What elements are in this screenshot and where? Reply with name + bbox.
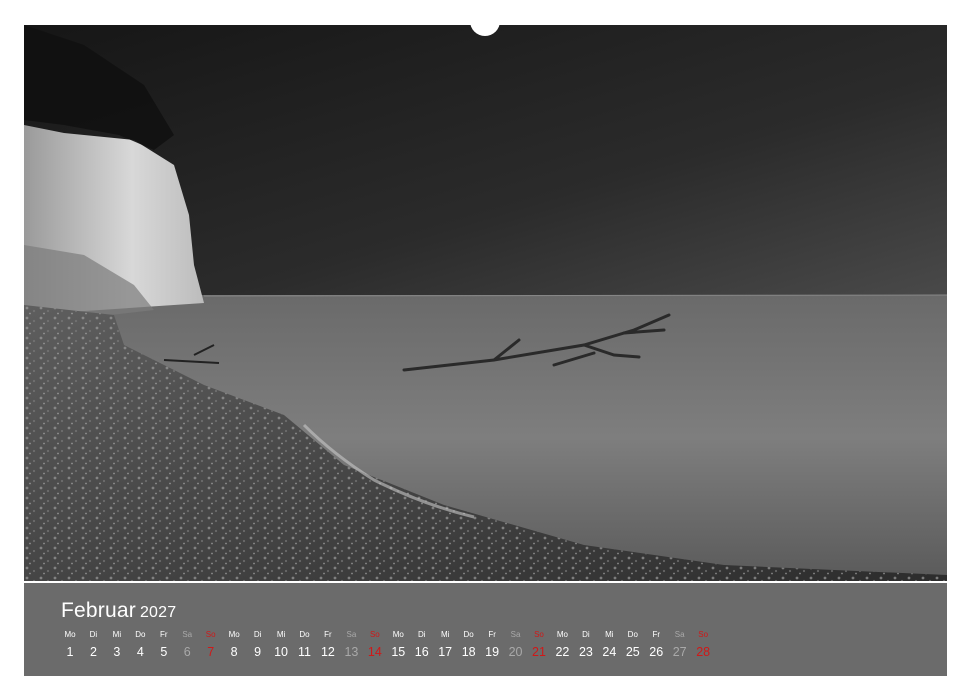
- date-cell: 19: [485, 645, 500, 659]
- weekday-label: Sa: [510, 630, 521, 639]
- weekday-label: So: [534, 630, 544, 639]
- weekday-label: Di: [582, 630, 590, 639]
- weekday-label: Mi: [112, 630, 122, 639]
- calendar-photo: [24, 25, 947, 581]
- date-cell: 9: [254, 645, 262, 659]
- date-cell: 4: [136, 645, 144, 659]
- date-cell: 17: [438, 645, 453, 659]
- date-cell: 18: [461, 645, 476, 659]
- weekday-label: Sa: [346, 630, 357, 639]
- weekday-label: Mi: [276, 630, 286, 639]
- date-cell: 14: [367, 645, 382, 659]
- date-cell: 5: [160, 645, 168, 659]
- year-label: 2027: [139, 604, 177, 621]
- date-cell: 26: [649, 645, 664, 659]
- date-cell: 25: [625, 645, 640, 659]
- month-title: Februar 2027: [61, 599, 176, 623]
- date-cell: 20: [508, 645, 523, 659]
- weekday-label: Mi: [440, 630, 450, 639]
- date-cell: 11: [298, 645, 311, 659]
- date-cell: 8: [230, 645, 238, 659]
- date-cell: 2: [89, 645, 97, 659]
- weekday-label: Mo: [556, 630, 568, 639]
- date-row: 1 2 3 4 5 6 7 8 9 10 11 12 13 14 15 16 17 18 19 20 21 22 23 24 2…: [58, 645, 718, 665]
- date-cell: 6: [183, 645, 191, 659]
- weekday-label: Sa: [182, 630, 193, 639]
- weekday-label: Do: [627, 630, 638, 639]
- date-cell: 27: [672, 645, 687, 659]
- date-cell: 10: [274, 645, 288, 659]
- date-cell: 16: [414, 645, 429, 659]
- weekday-label: Mo: [392, 630, 404, 639]
- weekday-label: Fr: [160, 630, 168, 639]
- weekday-label: Di: [89, 630, 98, 639]
- month-name: Februar: [61, 599, 136, 622]
- coast-photo-svg: [24, 25, 947, 581]
- weekday-label: Sa: [674, 630, 685, 639]
- date-cell: 7: [207, 645, 215, 659]
- date-cell: 24: [602, 645, 617, 659]
- weekday-label: Mi: [605, 630, 614, 639]
- weekday-label: So: [369, 630, 380, 639]
- weekday-label: Fr: [488, 630, 496, 639]
- weekday-label: Fr: [652, 630, 661, 639]
- weekday-label: So: [698, 630, 709, 639]
- date-cell: 13: [344, 645, 359, 659]
- weekday-label: Do: [135, 630, 146, 639]
- weekday-row: Mo Di Mi Do Fr Sa So Mo Di Mi Do Fr Sa So Mo Di Mi Do Fr Sa…: [58, 630, 718, 644]
- date-cell: 3: [113, 645, 121, 659]
- calendar-grid: Februar 2027 Mo Di Mi Do Fr Sa So Mo Di Mi Do Fr Sa So…: [24, 583, 947, 676]
- date-cell: 28: [696, 645, 711, 659]
- weekday-label: Do: [463, 630, 474, 639]
- date-cell: 12: [320, 645, 335, 659]
- date-cell: 1: [66, 645, 74, 659]
- weekday-label: Mo: [228, 630, 240, 639]
- weekday-label: Di: [417, 630, 426, 639]
- weekday-label: Di: [253, 630, 262, 639]
- weekday-label: So: [205, 630, 216, 639]
- weekday-label: Do: [299, 630, 310, 639]
- date-cell: 15: [391, 645, 406, 659]
- date-cell: 21: [532, 645, 546, 659]
- date-cell: 22: [555, 645, 570, 659]
- weekday-label: Fr: [324, 630, 332, 639]
- weekday-label: Mo: [64, 630, 76, 639]
- date-cell: 23: [578, 645, 593, 659]
